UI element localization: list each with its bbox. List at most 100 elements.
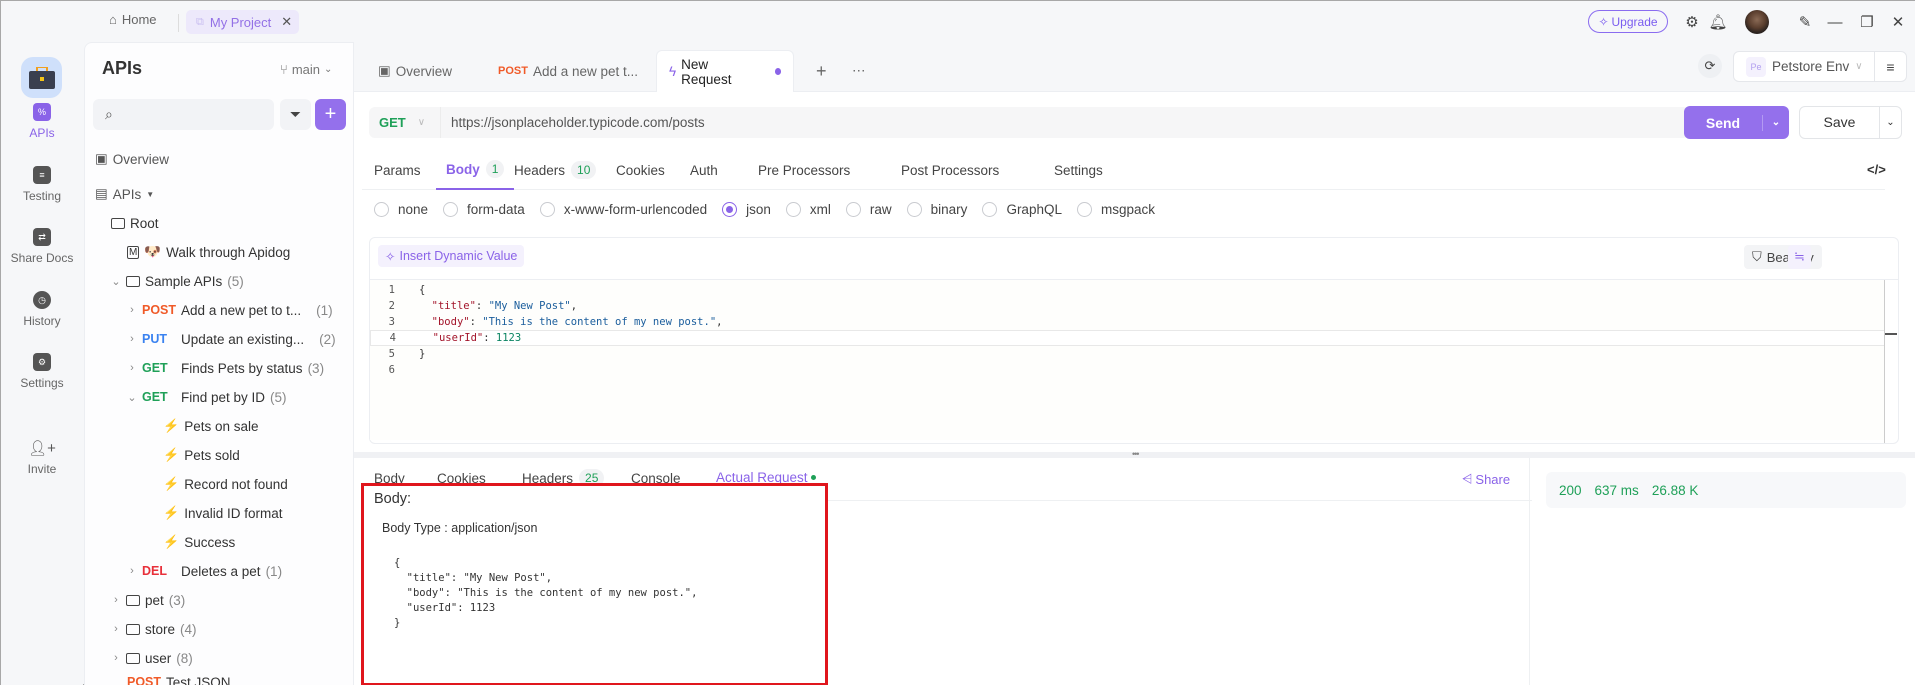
project-tab[interactable]: ⧉ My Project ✕ (186, 10, 299, 34)
upgrade-button[interactable]: ✧ Upgrade (1588, 10, 1668, 33)
editor-scrollbar[interactable] (1884, 280, 1885, 443)
radio-form-data[interactable]: form-data (443, 202, 525, 217)
tab-new-request[interactable]: ϟ New Request (656, 50, 794, 92)
tree-walkthrough[interactable]: M 🐶 Walk through Apidog (127, 240, 290, 264)
branch-icon: ⑂ (280, 62, 288, 77)
rail-item-history[interactable]: ◷ History (1, 291, 83, 328)
tab-post-request[interactable]: POST Add a new pet t... (486, 50, 650, 92)
add-button[interactable]: + (315, 99, 346, 130)
overview-icon: ▣ (95, 151, 108, 166)
radio-binary[interactable]: binary (906, 202, 967, 217)
insert-dynamic-value-button[interactable]: ✧ Insert Dynamic Value (378, 245, 525, 267)
search-box[interactable]: ⌕ (93, 99, 274, 130)
bell-icon[interactable]: 🔔︎ (1708, 12, 1728, 32)
radio-label: none (398, 202, 429, 217)
tree-folder[interactable]: › user (8) (111, 646, 193, 670)
editor-toolbar: ✧ Insert Dynamic Value ⛉ Beautify ≒ (370, 238, 1898, 280)
line-number: 6 (388, 364, 395, 376)
pin-icon[interactable]: ✎ (1795, 12, 1815, 32)
radio-json[interactable]: json (722, 202, 771, 217)
more-tabs-button[interactable]: ⋯ (840, 50, 878, 92)
tab-params[interactable]: Params (374, 150, 421, 190)
radio-msgpack[interactable]: msgpack (1076, 202, 1155, 217)
tree-folder[interactable]: › store (4) (111, 617, 196, 641)
tree-case[interactable]: ⚡ Invalid ID format (163, 501, 282, 525)
minimize-icon[interactable]: — (1825, 12, 1845, 32)
home-tab[interactable]: ⌂ Home (109, 12, 157, 27)
tree-case[interactable]: ⚡ Record not found (163, 472, 288, 496)
gear-icon[interactable]: ⚙ (1682, 12, 1702, 32)
word-wrap-button[interactable]: ≒ (1788, 245, 1811, 269)
tree-endpoint[interactable]: › DEL Deletes a pet (1) (127, 559, 282, 583)
url-input[interactable]: https://jsonplaceholder.typicode.com/pos… (451, 115, 705, 130)
rail-item-invite[interactable]: 👤︎+ Invite (1, 439, 83, 476)
tree-overview[interactable]: ▣ Overview (95, 147, 169, 171)
tab-overview[interactable]: ▣ Overview (366, 50, 464, 92)
share-button[interactable]: ⩤ Share (1462, 471, 1510, 487)
radio-urlencoded[interactable]: x-www-form-urlencoded (539, 202, 707, 217)
tab-auth[interactable]: Auth (690, 150, 718, 190)
case-icon: ⚡ (163, 534, 180, 549)
restore-icon[interactable]: ❐ (1857, 12, 1877, 32)
project-logo[interactable] (21, 57, 62, 98)
menu-button[interactable]: ≡ (1875, 51, 1907, 82)
folder-icon (111, 217, 125, 229)
tab-post-processors[interactable]: Post Processors (901, 150, 999, 190)
new-tab-button[interactable]: + (804, 50, 839, 92)
send-label: Send (1684, 114, 1763, 131)
tree-endpoint[interactable]: ⌄ GET Find pet by ID (5) (127, 385, 286, 409)
tree-endpoint[interactable]: › POST Add a new pet to t... (1) (127, 298, 332, 322)
tree-endpoint[interactable]: POST Test JSON (127, 675, 231, 685)
method-select[interactable]: GET ∨ (369, 107, 441, 138)
send-button[interactable]: Send ⌄ (1684, 106, 1789, 139)
chevron-down-icon[interactable]: ⌄ (1763, 117, 1789, 128)
tree-label: pet (145, 592, 164, 608)
tree-endpoint[interactable]: › GET Finds Pets by status (3) (127, 356, 324, 380)
tab-pre-processors[interactable]: Pre Processors (758, 150, 850, 190)
radio-raw[interactable]: raw (845, 202, 892, 217)
tab-headers[interactable]: Headers 10 (514, 150, 597, 190)
tree-folder[interactable]: › pet (3) (111, 588, 185, 612)
avatar[interactable] (1745, 10, 1769, 34)
refresh-button[interactable]: ⟳ (1698, 54, 1722, 78)
code-input[interactable]: 1{ 2 "title": "My New Post", 3 "body": "… (370, 280, 1885, 440)
environment-select[interactable]: Pe Petstore Env ∨ (1733, 51, 1875, 82)
window-close-icon[interactable]: ✕ (1888, 12, 1908, 32)
tree-count: (2) (319, 331, 336, 347)
history-icon: ◷ (33, 291, 51, 309)
radio-xml[interactable]: xml (785, 202, 831, 217)
rail-item-share-docs[interactable]: ⇄ Share Docs (1, 228, 83, 265)
chevron-down-icon[interactable]: ⌄ (1880, 117, 1901, 128)
rail-item-apis[interactable]: % APIs (1, 103, 83, 140)
tree-case[interactable]: ⚡ Pets sold (163, 443, 240, 467)
close-icon[interactable]: ✕ (281, 14, 292, 30)
rail-item-testing[interactable]: ≡ Testing (1, 166, 83, 203)
tree-case[interactable]: ⚡ Success (163, 530, 235, 554)
external-link-icon: ⧉ (196, 15, 204, 28)
radio-label: GraphQL (1006, 202, 1062, 217)
code-icon[interactable]: </> (1867, 162, 1886, 177)
tree-sample-apis[interactable]: ⌄ Sample APIs (5) (111, 269, 243, 293)
rail-label: Settings (20, 376, 64, 390)
save-button[interactable]: Save ⌄ (1799, 106, 1902, 139)
tree-endpoint[interactable]: › PUT Update an existing... (2) (127, 327, 336, 351)
tree-root[interactable]: Root (111, 211, 159, 235)
radio-graphql[interactable]: GraphQL (982, 202, 1062, 217)
tree-case[interactable]: ⚡ Pets on sale (163, 414, 258, 438)
method-badge: POST (142, 303, 177, 317)
branch-selector[interactable]: ⑂ main ⌄ (280, 62, 332, 77)
radio-none[interactable]: none (374, 202, 428, 217)
folder-icon (126, 594, 140, 606)
rail-item-settings[interactable]: ⚙ Settings (1, 353, 83, 390)
tree-label: Test JSON (166, 675, 231, 685)
tree-apis[interactable]: ▤ APIs ▼ (95, 182, 154, 206)
tree-count: (3) (307, 360, 325, 376)
tab-body[interactable]: Body 1 (436, 150, 515, 190)
search-input[interactable] (118, 107, 259, 122)
tree-count: (3) (168, 592, 186, 608)
sidebar-title: APIs (102, 58, 143, 78)
filter-button[interactable]: ⏷ (280, 99, 311, 130)
tab-settings[interactable]: Settings (1054, 150, 1103, 190)
tab-cookies[interactable]: Cookies (616, 150, 665, 190)
actual-body-type: Body Type : application/json (382, 521, 538, 535)
